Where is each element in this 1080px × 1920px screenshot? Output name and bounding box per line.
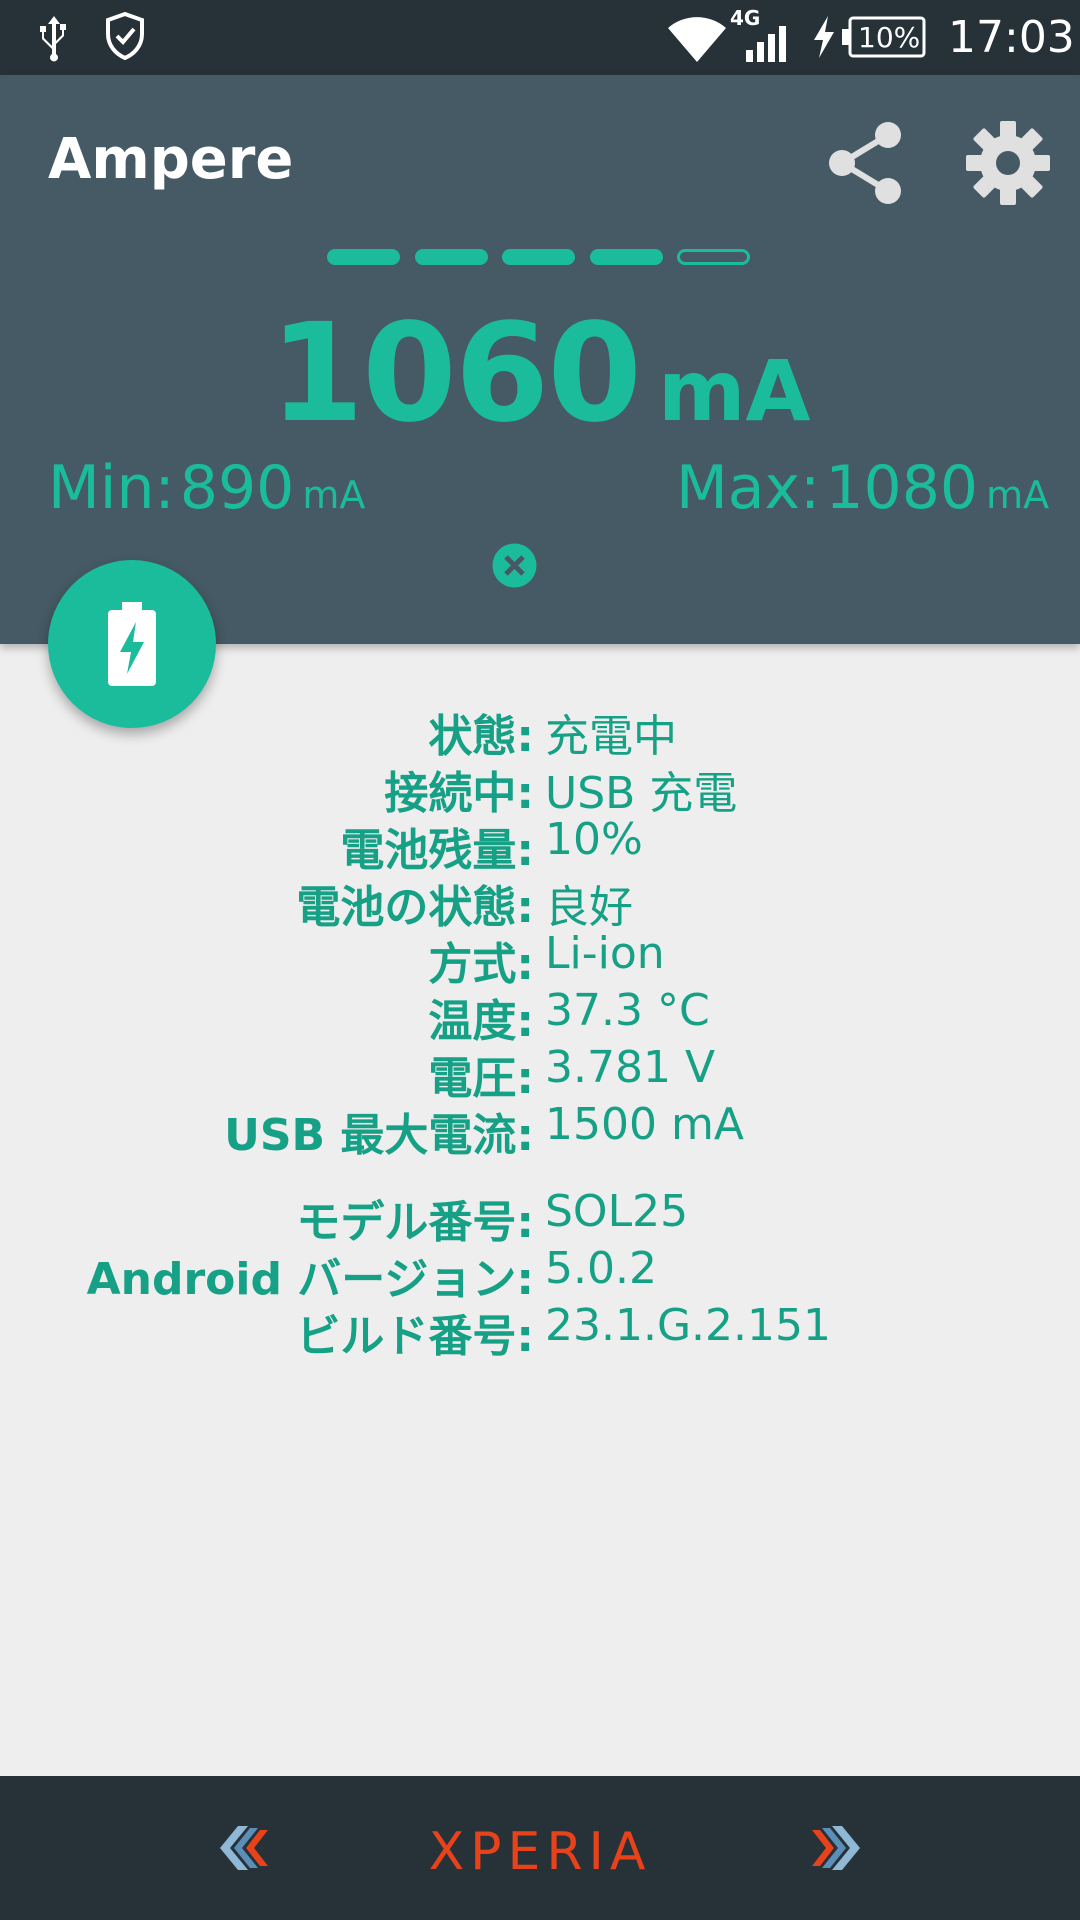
min-reading: Min: 890 mA [48, 453, 365, 523]
info-row-state: 状態: 充電中 [0, 700, 1080, 762]
info-value: 37.3 °C [545, 985, 710, 1036]
info-row-battery-health: 電池の状態: 良好 [0, 871, 1080, 933]
info-row-technology: 方式: Li-ion [0, 928, 1080, 990]
level-segment [590, 249, 663, 265]
wifi-icon [666, 14, 728, 69]
max-unit: mA [986, 473, 1050, 517]
info-value: 良好 [545, 882, 633, 933]
gear-icon [966, 121, 1050, 205]
signal-icon [744, 24, 790, 67]
info-label: 温度: [428, 996, 534, 1047]
max-reading: Max: 1080 mA [676, 453, 1049, 523]
clock: 17:03 [948, 12, 1075, 63]
info-row-model-number: モデル番号: SOL25 [0, 1186, 1080, 1248]
info-label: 電池の状態: [296, 882, 534, 933]
level-segment [677, 249, 750, 265]
info-label: モデル番号: [296, 1197, 534, 1248]
info-value: 23.1.G.2.151 [545, 1300, 831, 1351]
min-label: Min: [48, 453, 175, 523]
info-value: USB 充電 [545, 768, 738, 819]
info-row-temperature: 温度: 37.3 °C [0, 985, 1080, 1047]
info-label: 接続中: [384, 768, 534, 819]
info-value: 充電中 [545, 711, 677, 762]
info-value: 10% [545, 814, 643, 865]
usb-icon [36, 14, 72, 67]
info-row-battery-level: 電池残量: 10% [0, 814, 1080, 876]
info-label: ビルド番号: [296, 1311, 534, 1362]
info-label: USB 最大電流: [224, 1110, 534, 1161]
close-circle-icon [492, 543, 537, 588]
shield-check-icon [104, 11, 146, 65]
max-value: 1080 [825, 453, 979, 523]
back-button[interactable] [190, 1800, 290, 1896]
info-row-usb-max-current: USB 最大電流: 1500 mA [0, 1099, 1080, 1161]
info-value: Li-ion [545, 928, 665, 979]
charging-bolt-icon [812, 16, 836, 63]
info-row-android-version: Android バージョン: 5.0.2 [0, 1243, 1080, 1305]
current-reading: 1060 mA [0, 295, 1080, 453]
battery-percent-label: 10% [858, 21, 921, 54]
info-label: 方式: [428, 939, 534, 990]
info-row-voltage: 電圧: 3.781 V [0, 1042, 1080, 1104]
current-level-indicator [327, 249, 753, 269]
status-bar: 4G 10% 17:03 [0, 0, 1080, 75]
info-label: 状態: [428, 711, 534, 762]
info-value: 3.781 V [545, 1042, 716, 1093]
min-value: 890 [179, 453, 295, 523]
level-segment [415, 249, 488, 265]
share-button[interactable] [814, 113, 914, 213]
info-value: SOL25 [545, 1186, 689, 1237]
info-row-connection: 接続中: USB 充電 [0, 757, 1080, 819]
back-chevrons-icon [220, 1826, 268, 1870]
info-label: 電圧: [428, 1053, 534, 1104]
reset-minmax-button[interactable] [492, 543, 537, 588]
share-icon [829, 122, 901, 204]
min-unit: mA [302, 473, 366, 517]
app-title: Ampere [48, 127, 294, 192]
recents-button[interactable] [790, 1800, 890, 1896]
level-segment [502, 249, 575, 265]
settings-button[interactable] [958, 113, 1058, 213]
info-label: Android バージョン: [86, 1254, 534, 1305]
current-unit: mA [657, 342, 811, 440]
info-value: 5.0.2 [545, 1243, 657, 1294]
max-label: Max: [676, 453, 821, 523]
level-segment [327, 249, 400, 265]
info-row-build-number: ビルド番号: 23.1.G.2.151 [0, 1300, 1080, 1362]
info-label: 電池残量: [340, 825, 534, 876]
current-value: 1060 [269, 295, 642, 453]
home-button-brand[interactable]: XPERIA [420, 1822, 660, 1882]
battery-charging-icon [108, 602, 156, 686]
current-meter-panel: Ampere 1060 mA Min: 890 mA Max: 1080 mA [0, 75, 1080, 644]
info-value: 1500 mA [545, 1099, 744, 1150]
forward-chevrons-icon [812, 1826, 860, 1870]
